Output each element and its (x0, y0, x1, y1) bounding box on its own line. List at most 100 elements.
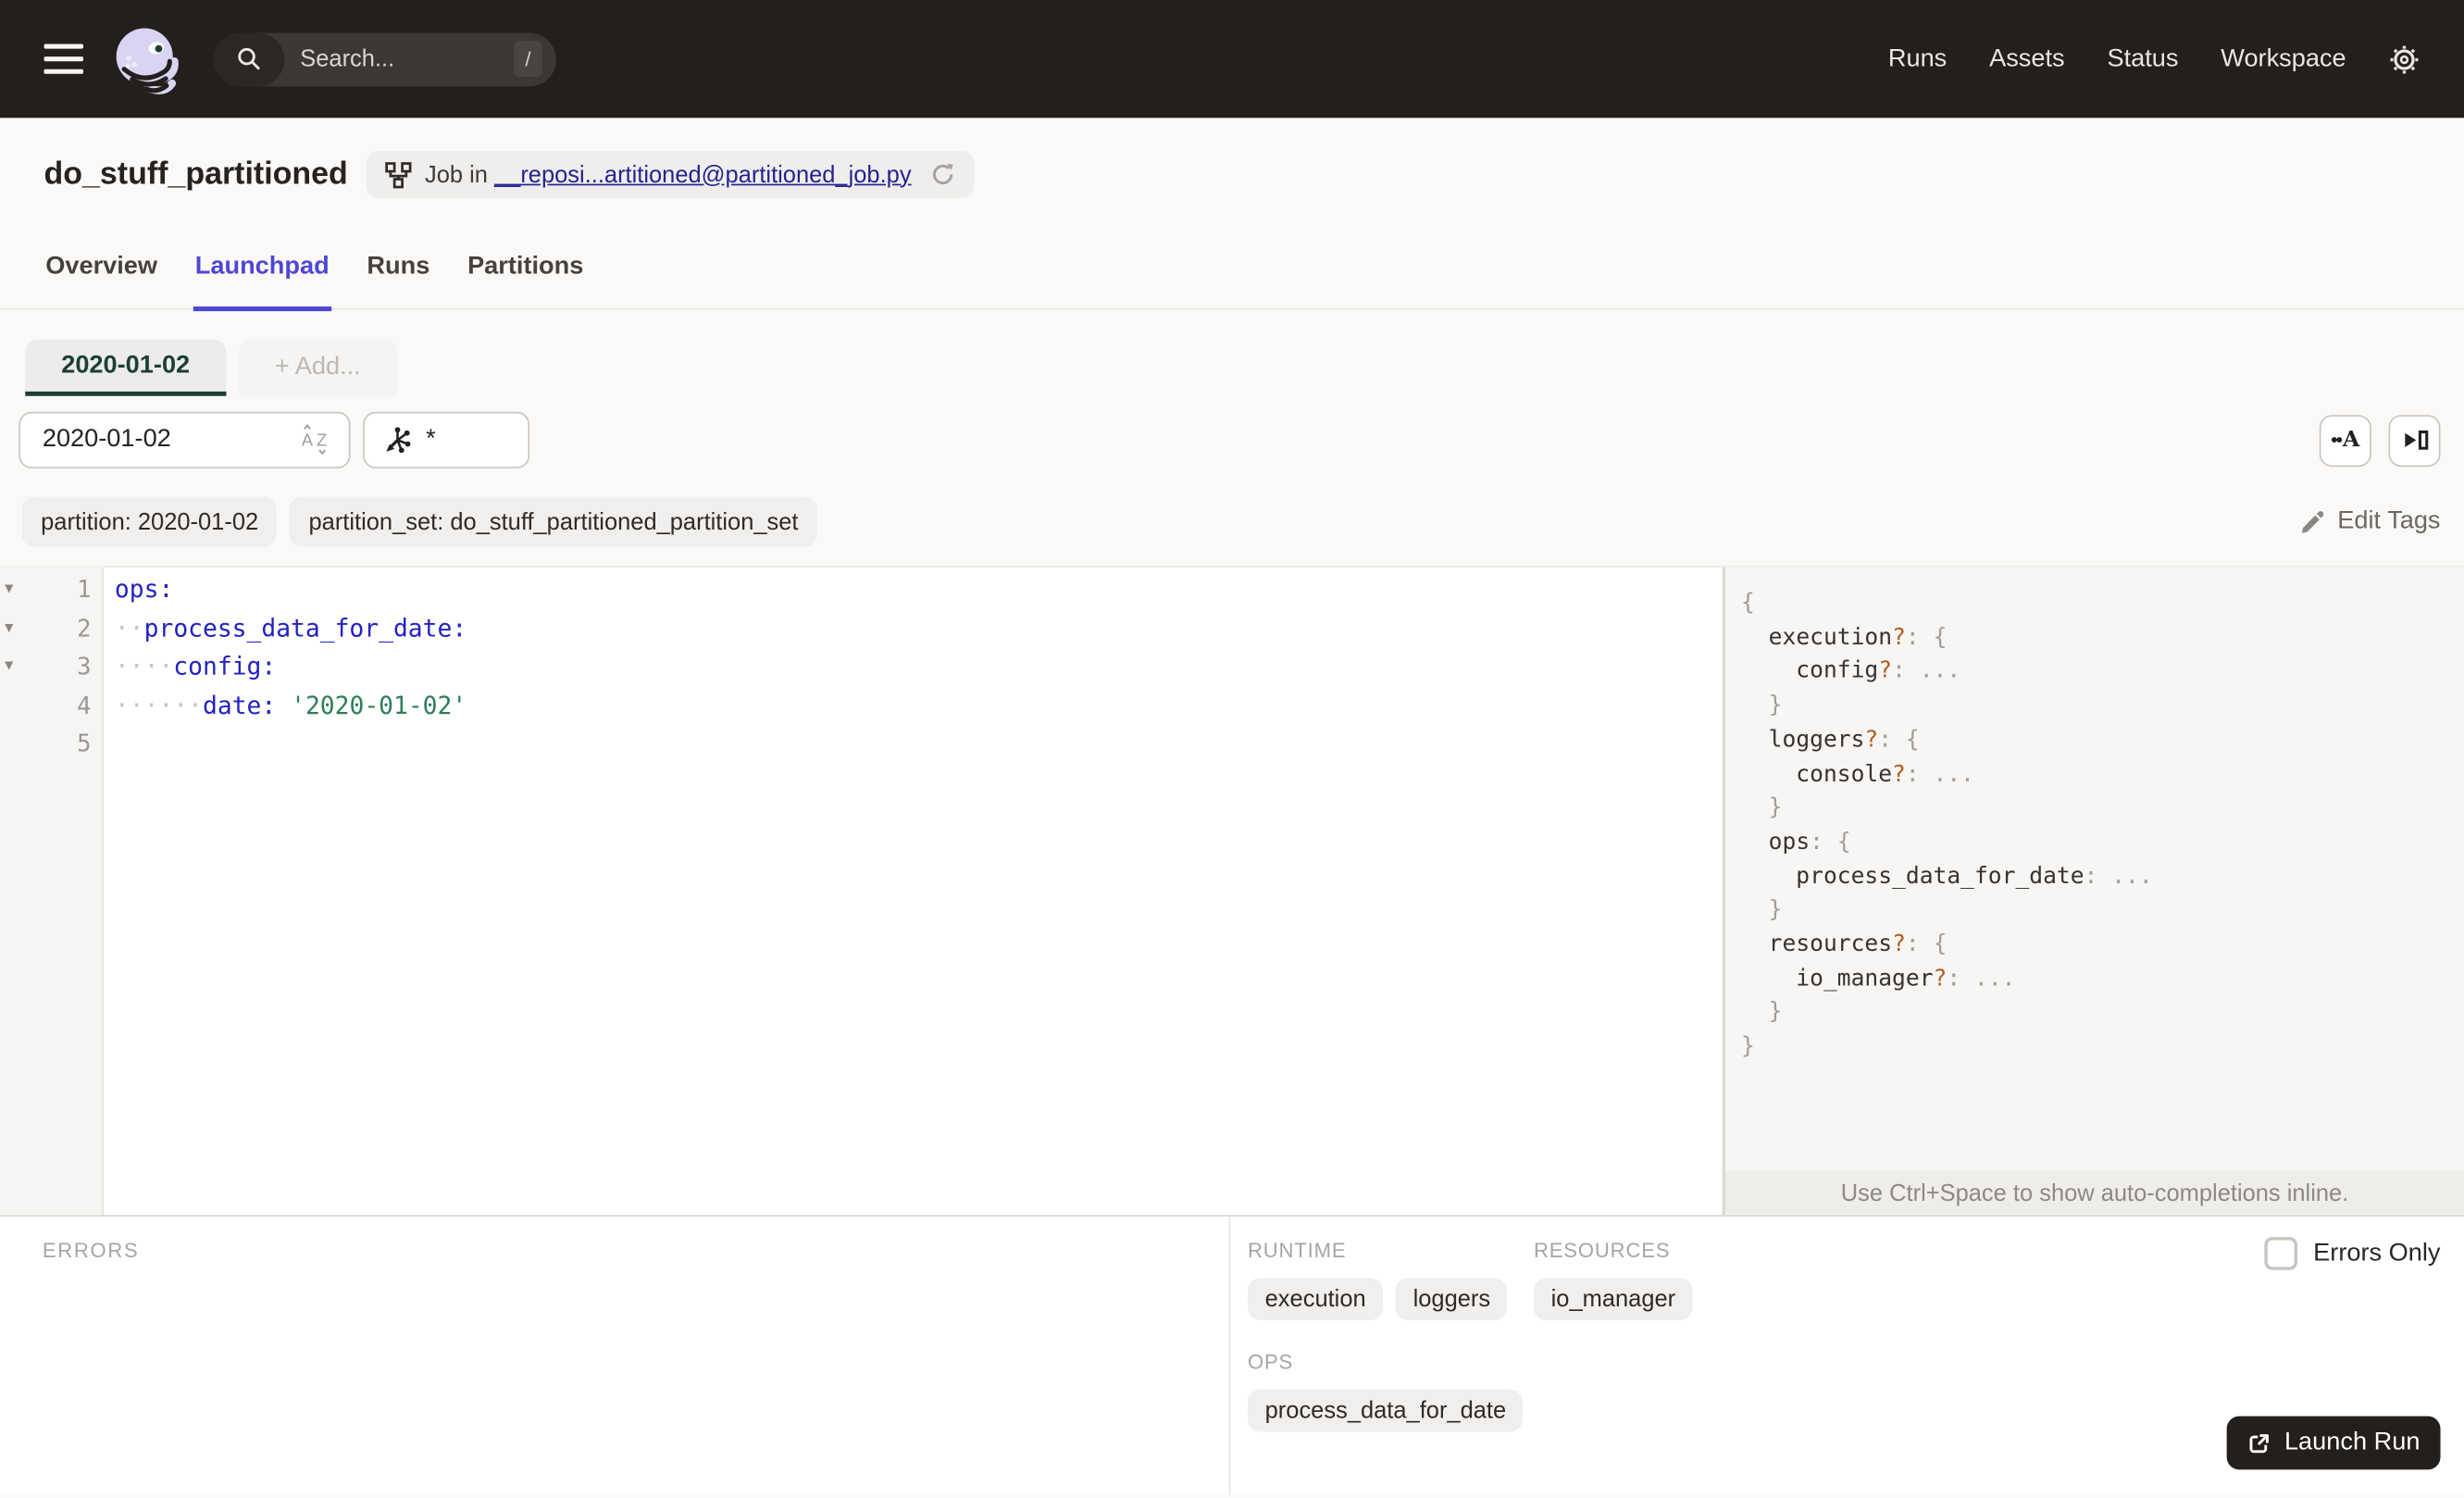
chip-loggers[interactable]: loggers (1395, 1278, 1508, 1321)
expand-panel-button[interactable] (2388, 414, 2441, 467)
sort-az-icon[interactable]: A Z (299, 424, 333, 456)
play-panel-icon (2404, 431, 2428, 450)
job-title-row: do_stuff_partitioned Job in __reposi...a… (44, 146, 2420, 203)
nav-item-status[interactable]: Status (2107, 44, 2178, 73)
schema-token: { (1933, 625, 1948, 651)
schema-token: { (1933, 931, 1948, 957)
hamburger-menu-icon[interactable] (44, 44, 83, 74)
schema-token: process_data_for_date (1796, 864, 2084, 890)
schema-token: io_manager (1796, 966, 1934, 992)
nav-item-workspace[interactable]: Workspace (2221, 44, 2346, 73)
schema-line: execution?: { (1741, 622, 2451, 656)
schema-line: config?: ... (1741, 656, 2451, 691)
code-token: ···· (114, 652, 174, 681)
svg-text:Z: Z (317, 431, 327, 450)
code-line: ······date: '2020-01-02' (115, 686, 1723, 725)
search-input[interactable] (284, 45, 515, 73)
settings-gear-icon[interactable] (2389, 44, 2420, 75)
launchpad-controls: A Z * ••A (19, 411, 2441, 468)
schema-token: ? (1864, 727, 1879, 753)
autocomplete-hint: Use Ctrl+Space to show auto-completions … (1725, 1170, 2464, 1216)
op-selector[interactable]: * (363, 411, 530, 468)
code-line: ··process_data_for_date: (115, 609, 1723, 648)
schema-token: config (1796, 659, 1879, 685)
gutter-row: ▼ 1 (0, 570, 102, 609)
schema-token: ? (1892, 625, 1906, 651)
fold-arrow-icon[interactable]: ▼ (5, 570, 13, 609)
config-editor[interactable]: ▼ 1 ▼ 2 ▼ 3 4 5 ops: ··process_data_for_date: ···… (0, 567, 1723, 1216)
schema-token: } (1768, 1000, 1783, 1026)
code-token: date: (203, 691, 277, 719)
job-file-link[interactable]: __reposi...artitioned@partitioned_job.py (494, 161, 912, 188)
line-number: 2 (77, 613, 92, 643)
gutter-row: ▼ 2 (0, 609, 102, 648)
global-search[interactable]: / (213, 31, 556, 86)
schema-token: execution (1768, 625, 1893, 651)
fold-arrow-icon[interactable]: ▼ (5, 609, 13, 648)
schema-line: } (1741, 895, 2451, 930)
tab-runs[interactable]: Runs (366, 234, 431, 308)
line-number: 1 (77, 575, 92, 604)
chip-process_data_for_date[interactable]: process_data_for_date (1247, 1389, 1524, 1432)
launch-run-label: Launch Run (2284, 1429, 2420, 1456)
search-icon (213, 31, 285, 86)
errors-only-label: Errors Only (2313, 1239, 2441, 1267)
code-line: ····config: (115, 647, 1723, 686)
line-number: 5 (77, 729, 92, 758)
resources-label: RESOURCES (1533, 1238, 1671, 1263)
schema-line: io_manager?: ... (1741, 963, 2451, 997)
edit-tags-button[interactable]: Edit Tags (2300, 507, 2441, 536)
add-config-tab-button[interactable]: + Add... (238, 339, 397, 396)
dagster-logo[interactable] (110, 23, 182, 95)
reload-repository-icon[interactable] (930, 162, 955, 187)
nav-item-assets[interactable]: Assets (1989, 44, 2065, 73)
errors-pane: ERRORS (0, 1217, 1231, 1495)
op-graph-icon (386, 427, 411, 454)
schema-token: console (1796, 761, 1893, 787)
launch-external-icon (2249, 1433, 2269, 1453)
schema-token: { (1905, 727, 1920, 753)
tab-launchpad[interactable]: Launchpad (193, 234, 331, 312)
code-token: config: (173, 652, 277, 681)
schema-token: } (1741, 1034, 1755, 1060)
schema-token: : (1905, 931, 1934, 957)
schema-token: } (1768, 693, 1783, 719)
code-token: process_data_for_date: (143, 613, 467, 643)
partition-selector[interactable]: A Z (19, 411, 351, 468)
gutter-row: 4 (0, 686, 102, 725)
tab-overview[interactable]: Overview (44, 234, 159, 308)
editor-code[interactable]: ops: ··process_data_for_date: ····config: ·… (104, 568, 1723, 1215)
schema-line: { (1741, 588, 2451, 622)
job-tabs: Overview Launchpad Runs Partitions (0, 234, 2464, 312)
nav-item-runs[interactable]: Runs (1888, 44, 1947, 73)
line-number: 3 (77, 652, 92, 681)
resources-chips: io_manager (1533, 1278, 1693, 1321)
fold-arrow-icon[interactable]: ▼ (5, 647, 13, 686)
pencil-icon (2302, 511, 2325, 533)
runtime-section: RUNTIME execution loggers (1247, 1239, 1534, 1321)
schema-line: resources?: { (1741, 929, 2451, 963)
line-number: 4 (77, 691, 92, 719)
schema-token: : (1892, 659, 1920, 685)
schema-token: ops (1768, 830, 1811, 855)
toggle-whitespace-button[interactable]: •• A (2319, 414, 2371, 467)
code-token: '2020-01-02' (291, 691, 467, 719)
launch-run-button[interactable]: Launch Run (2226, 1416, 2441, 1470)
header-nav: Runs Assets Status Workspace (1888, 44, 2346, 73)
chip-io_manager[interactable]: io_manager (1533, 1278, 1693, 1321)
search-shortcut-badge: / (514, 41, 542, 78)
tag: partition: 2020-01-02 (21, 496, 278, 547)
config-tab-active[interactable]: 2020-01-02 (25, 339, 227, 396)
partition-input[interactable] (39, 424, 244, 456)
chip-execution[interactable]: execution (1247, 1278, 1384, 1321)
errors-only-toggle[interactable]: Errors Only (2264, 1237, 2441, 1270)
tab-partitions[interactable]: Partitions (466, 234, 585, 308)
schema-line: console?: ... (1741, 758, 2451, 793)
errors-only-checkbox[interactable] (2264, 1237, 2298, 1270)
octopus-logo-icon (116, 27, 179, 94)
top-nav-bar: / Runs Assets Status Workspace (0, 0, 2464, 119)
op-selector-value: * (426, 426, 436, 453)
schema-line: } (1741, 793, 2451, 827)
